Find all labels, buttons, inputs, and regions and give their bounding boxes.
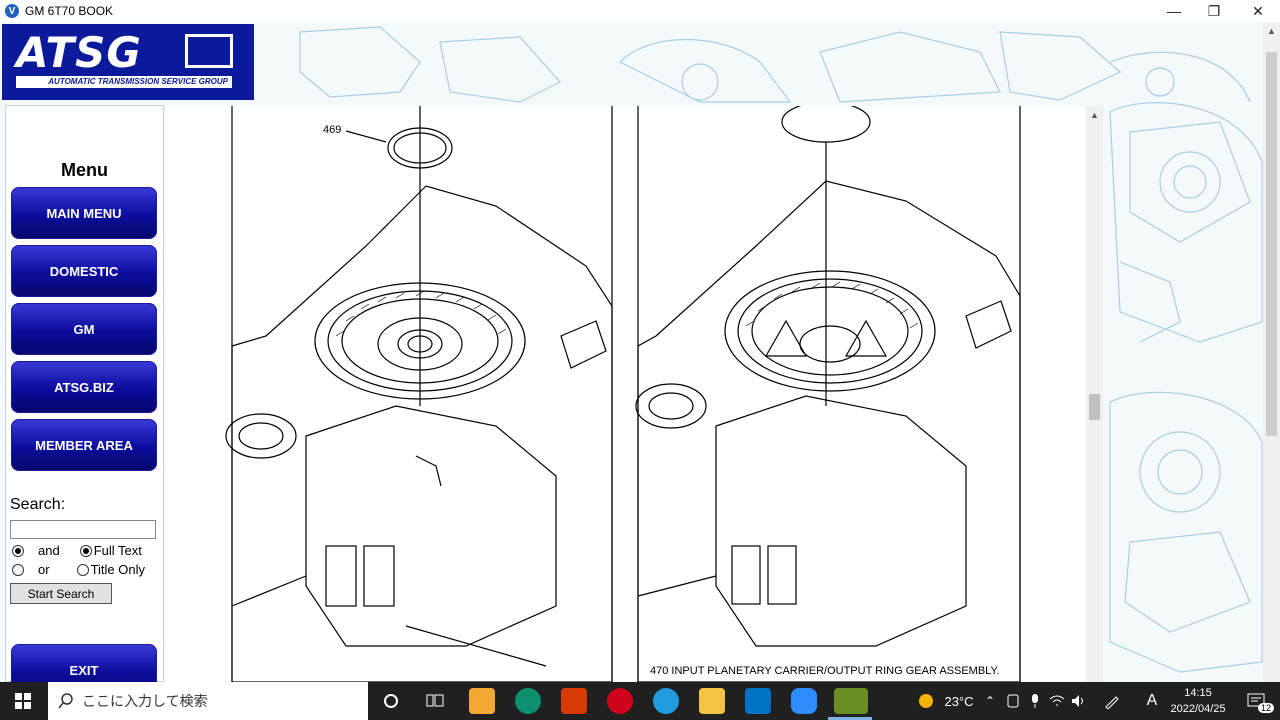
and-radio[interactable]: [12, 544, 24, 557]
weather-sun-icon: [919, 694, 934, 708]
title-only-radio-label: Title Only: [90, 562, 145, 577]
or-radio[interactable]: [12, 563, 24, 576]
figure-caption: 470 INPUT PLANETARY CARRIER/OUTPUT RING …: [650, 665, 1000, 677]
tray-device-icon[interactable]: [1002, 682, 1024, 720]
main-menu-button[interactable]: MAIN MENU: [11, 187, 157, 239]
weather-widget[interactable]: 23°C: [910, 682, 980, 720]
restore-button[interactable]: ❐: [1192, 0, 1236, 22]
taskbar-search-placeholder: ここに入力して検索: [82, 693, 208, 709]
search-options-row-1: and Full Text: [12, 543, 142, 558]
atsg-app-icon[interactable]: [834, 688, 868, 714]
file-explorer-icon[interactable]: [699, 688, 725, 714]
microphone-icon[interactable]: [1024, 682, 1046, 720]
title-only-radio[interactable]: [76, 563, 89, 576]
zoom-app-icon[interactable]: [791, 688, 817, 714]
window-scroll-up-icon[interactable]: ▲: [1263, 22, 1280, 39]
volume-icon[interactable]: [1068, 682, 1090, 720]
sidebar: Menu MAIN MENU DOMESTIC GM ATSG.BIZ MEMB…: [5, 105, 164, 682]
taskbar-clock[interactable]: 14:15 2022/04/25: [1166, 685, 1230, 717]
weather-temp: 23°C: [944, 693, 974, 709]
store-app-icon[interactable]: [469, 688, 495, 714]
full-text-radio-label: Full Text: [93, 543, 142, 558]
part-callout-469: 469: [323, 124, 342, 136]
or-radio-label: or: [38, 562, 50, 577]
gm-button[interactable]: GM: [11, 303, 157, 355]
document-viewer[interactable]: 469 470 INPUT PLANETARY CARRIER/OUTPUT R…: [166, 106, 1086, 682]
office-app-icon[interactable]: [561, 688, 587, 714]
search-label: Search:: [10, 496, 66, 513]
pen-icon[interactable]: [1092, 682, 1132, 720]
clock-date: 2022/04/25: [1170, 703, 1226, 715]
window-scrollbar[interactable]: ▲: [1263, 22, 1280, 682]
search-icon: [58, 693, 73, 709]
cortana-icon[interactable]: [376, 682, 406, 720]
logo-check-icon: [185, 34, 233, 68]
app-icon: V: [5, 4, 19, 18]
menu-title: Menu: [61, 160, 108, 180]
ime-indicator[interactable]: A: [1140, 682, 1164, 720]
opera-app-icon[interactable]: [607, 688, 633, 714]
exit-button[interactable]: EXIT: [11, 644, 157, 682]
close-button[interactable]: ✕: [1236, 0, 1280, 22]
atsg-logo[interactable]: ATSG AUTOMATIC TRANSMISSION SERVICE GROU…: [2, 24, 254, 100]
start-search-button[interactable]: Start Search: [10, 583, 112, 604]
upwork-app-icon[interactable]: [515, 688, 541, 714]
logo-tagline: AUTOMATIC TRANSMISSION SERVICE GROUP: [16, 76, 232, 88]
full-text-radio[interactable]: [79, 544, 92, 557]
scroll-thumb[interactable]: [1089, 394, 1100, 420]
atsg-biz-button[interactable]: ATSG.BIZ: [11, 361, 157, 413]
task-view-icon[interactable]: [420, 682, 450, 720]
start-button[interactable]: [0, 682, 46, 720]
search-input[interactable]: [10, 520, 156, 539]
document-scrollbar[interactable]: ▲: [1086, 106, 1103, 682]
windows-icon: [15, 693, 31, 709]
window-scroll-thumb[interactable]: [1266, 52, 1277, 436]
app-content: ATSG AUTOMATIC TRANSMISSION SERVICE GROU…: [0, 22, 1280, 682]
edge-app-icon[interactable]: [653, 688, 679, 714]
transmission-illustration: [225, 106, 1021, 682]
network-icon[interactable]: [1046, 682, 1068, 720]
domestic-button[interactable]: DOMESTIC: [11, 245, 157, 297]
scroll-up-icon[interactable]: ▲: [1086, 106, 1103, 123]
search-options-row-2: or Title Only: [12, 562, 145, 577]
taskbar-search[interactable]: ここに入力して検索: [48, 682, 368, 720]
clock-time: 14:15: [1184, 687, 1212, 699]
notification-center[interactable]: 12: [1236, 682, 1276, 720]
title-bar: V GM 6T70 BOOK — ❐ ✕: [0, 0, 1280, 22]
taskbar: ここに入力して検索 23°C ⌃ A 14:15 2022/04/25 12: [0, 682, 1280, 720]
logo-wordmark: ATSG: [16, 28, 142, 77]
and-radio-label: and: [38, 543, 60, 558]
notification-count: 12: [1258, 703, 1275, 713]
member-area-button[interactable]: MEMBER AREA: [11, 419, 157, 471]
outlook-app-icon[interactable]: [745, 688, 771, 714]
minimize-button[interactable]: —: [1152, 0, 1196, 22]
tray-chevron-icon[interactable]: ⌃: [980, 682, 1000, 720]
window-title: GM 6T70 BOOK: [25, 4, 114, 18]
